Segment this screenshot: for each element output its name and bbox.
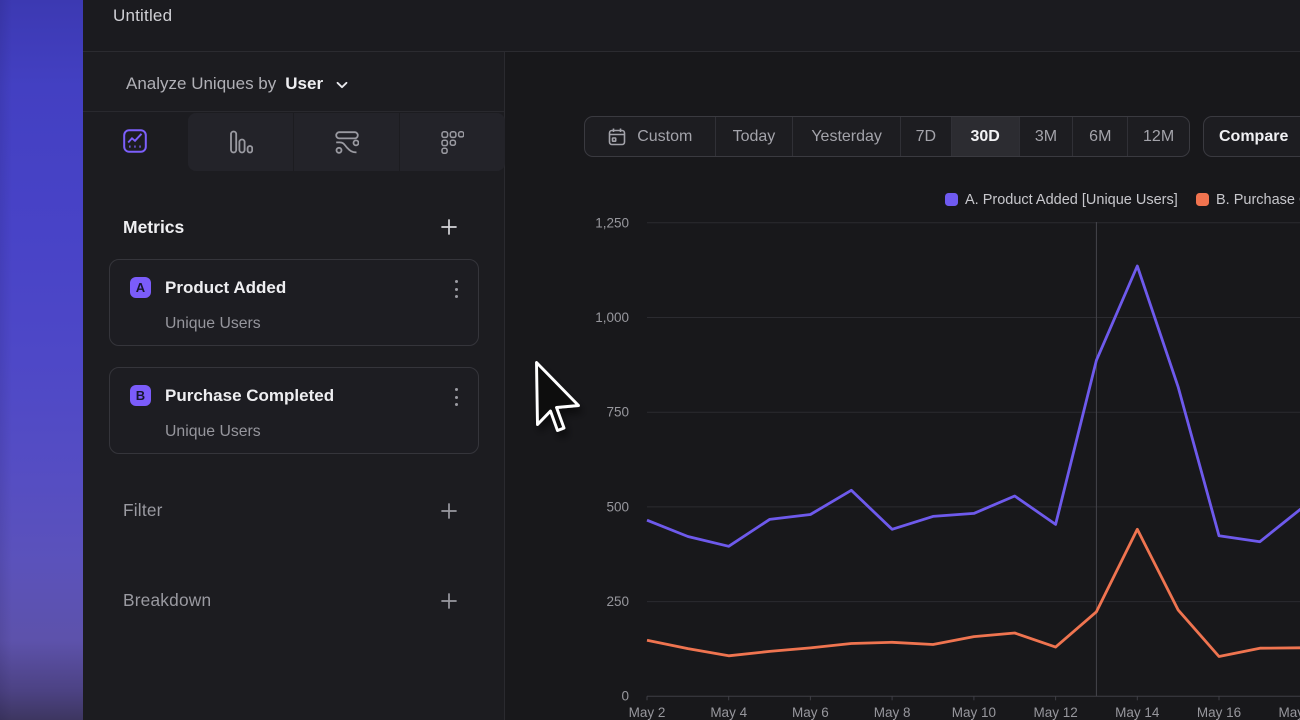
svg-text:0: 0 <box>621 689 629 704</box>
svg-text:1,250: 1,250 <box>595 216 629 231</box>
svg-text:May 6: May 6 <box>792 705 829 720</box>
svg-text:May 8: May 8 <box>874 705 911 720</box>
svg-text:May 18: May 18 <box>1279 705 1300 720</box>
svg-text:May 10: May 10 <box>952 705 996 720</box>
svg-text:May 2: May 2 <box>629 705 666 720</box>
svg-text:May 16: May 16 <box>1197 705 1241 720</box>
svg-text:May 4: May 4 <box>710 705 747 720</box>
svg-text:500: 500 <box>606 500 629 515</box>
svg-text:May 14: May 14 <box>1115 705 1160 720</box>
svg-text:250: 250 <box>606 594 629 609</box>
svg-text:May 12: May 12 <box>1033 705 1077 720</box>
svg-text:1,000: 1,000 <box>595 310 629 325</box>
svg-text:750: 750 <box>606 405 629 420</box>
